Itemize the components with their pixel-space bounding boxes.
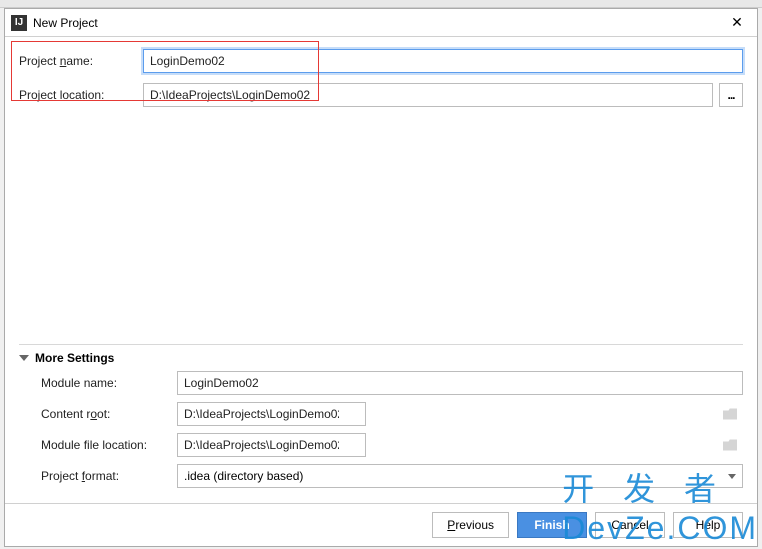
titlebar: IJ New Project ✕ (5, 9, 757, 37)
more-settings-toggle[interactable]: More Settings (19, 344, 743, 371)
new-project-dialog: IJ New Project ✕ Project name: Project l… (4, 8, 758, 547)
project-format-value: .idea (directory based) (184, 469, 303, 483)
previous-button[interactable]: Previous (432, 512, 509, 538)
project-format-row: Project format: .idea (directory based) (41, 464, 743, 488)
dialog-title: New Project (33, 16, 723, 30)
module-file-row: Module file location: (41, 433, 743, 457)
parent-menubar (0, 0, 762, 8)
chevron-down-icon (728, 474, 736, 479)
project-format-select[interactable]: .idea (directory based) (177, 464, 743, 488)
app-icon: IJ (11, 15, 27, 31)
more-settings-label: More Settings (35, 351, 114, 365)
more-settings-body: Module name: Content root: Module file l… (19, 371, 743, 503)
project-location-input[interactable] (143, 83, 713, 107)
content-root-label: Content root: (41, 407, 171, 421)
dialog-content: Project name: Project location: ... More… (5, 37, 757, 503)
content-root-input[interactable] (177, 402, 366, 426)
module-file-input[interactable] (177, 433, 366, 457)
module-name-row: Module name: (41, 371, 743, 395)
chevron-down-icon (19, 355, 29, 361)
help-button[interactable]: Help (673, 512, 743, 538)
cancel-button[interactable]: Cancel (595, 512, 665, 538)
module-name-input[interactable] (177, 371, 743, 395)
module-file-label: Module file location: (41, 438, 171, 452)
project-format-label: Project format: (41, 469, 171, 483)
button-bar: Previous Finish Cancel Help (5, 503, 757, 546)
more-settings-section: More Settings Module name: Content root: (19, 344, 743, 503)
project-location-label: Project location: (19, 88, 137, 102)
folder-icon[interactable] (723, 440, 737, 451)
project-location-row: Project location: ... (19, 83, 743, 107)
project-name-label: Project name: (19, 54, 137, 68)
close-icon[interactable]: ✕ (723, 13, 751, 33)
content-root-row: Content root: (41, 402, 743, 426)
project-name-row: Project name: (19, 49, 743, 73)
folder-icon[interactable] (723, 409, 737, 420)
browse-location-button[interactable]: ... (719, 83, 743, 107)
project-name-input[interactable] (143, 49, 743, 73)
module-name-label: Module name: (41, 376, 171, 390)
finish-button[interactable]: Finish (517, 512, 587, 538)
